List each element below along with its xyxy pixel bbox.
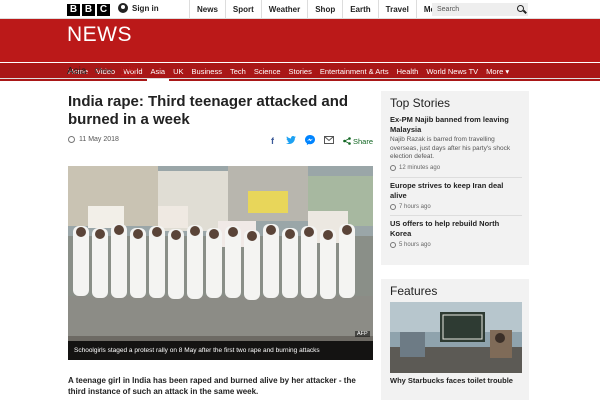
bbc-logo-letter: B xyxy=(82,4,95,16)
divider xyxy=(390,215,522,216)
top-story-time-text: 7 hours ago xyxy=(399,204,431,210)
share-label: Share xyxy=(352,136,373,146)
share-tools: f Share xyxy=(267,135,373,147)
news-logo[interactable]: NEWS xyxy=(67,23,132,47)
subnav-item-china[interactable]: China xyxy=(94,68,112,75)
bbc-logo-letter: C xyxy=(97,4,110,16)
divider xyxy=(390,177,522,178)
top-story-time: 7 hours ago xyxy=(390,204,522,210)
article-photo xyxy=(68,166,373,360)
top-story-summary: Najib Razak is barred from travelling ov… xyxy=(390,136,511,160)
top-story-item[interactable]: Europe strives to keep Iran deal alive 7… xyxy=(390,181,522,210)
subnav-section-title: Asia xyxy=(67,65,87,77)
divider xyxy=(0,78,600,79)
article-date: 11 May 2018 xyxy=(68,136,119,143)
article-meta: 11 May 2018 f Share xyxy=(68,135,373,147)
nav-more-label: More xyxy=(486,67,504,76)
feature-headline[interactable]: Why Starbucks faces toilet trouble xyxy=(390,376,522,386)
photo-caption: Schoolgirls staged a protest rally on 8 … xyxy=(68,341,373,360)
top-nav-weather[interactable]: Weather xyxy=(260,0,307,19)
top-stories-panel: Top Stories Ex-PM Najib banned from leav… xyxy=(381,91,529,265)
article-headline: India rape: Third teenager attacked and … xyxy=(68,93,349,128)
top-story-time-text: 5 hours ago xyxy=(399,242,431,248)
bbc-logo[interactable]: B B C xyxy=(67,4,110,16)
top-nav-news[interactable]: News xyxy=(189,0,225,19)
top-story-time: 12 minutes ago xyxy=(390,164,522,171)
top-nav-travel[interactable]: Travel xyxy=(377,0,416,19)
features-title: Features xyxy=(390,284,438,298)
messenger-icon[interactable] xyxy=(305,135,316,147)
top-story-time-text: 12 minutes ago xyxy=(399,164,441,171)
user-icon xyxy=(118,3,128,13)
feature-image[interactable] xyxy=(390,302,522,373)
top-story-item[interactable]: US offers to help rebuild North Korea 5 … xyxy=(390,219,522,248)
share-button[interactable]: Share xyxy=(343,137,373,146)
top-stories-title: Top Stories xyxy=(390,96,451,110)
photo-credit: AFP xyxy=(355,331,370,337)
search-input[interactable]: Search xyxy=(432,3,528,16)
news-header: NEWS Home Video World Asia UK Business T… xyxy=(0,19,600,81)
subnav-item-india[interactable]: India xyxy=(120,66,136,76)
twitter-icon[interactable] xyxy=(286,136,297,146)
top-bar: B B C Sign in News Sport Weather Shop Ea… xyxy=(0,0,600,19)
share-icon xyxy=(343,137,351,145)
article-lede: A teenage girl in India has been raped a… xyxy=(68,376,356,396)
clock-icon xyxy=(390,204,396,210)
top-nav-earth[interactable]: Earth xyxy=(342,0,377,19)
sign-in-link[interactable]: Sign in xyxy=(118,3,159,13)
top-story-time: 5 hours ago xyxy=(390,242,522,248)
skid-row-sign-illustration xyxy=(390,302,522,373)
clock-icon xyxy=(390,242,396,248)
top-nav-shop[interactable]: Shop xyxy=(307,0,342,19)
facebook-icon[interactable]: f xyxy=(267,136,278,146)
clock-icon xyxy=(390,164,396,171)
chevron-down-icon: ▾ xyxy=(505,67,510,76)
features-panel: Features Why Starbucks faces toilet trou… xyxy=(381,279,529,400)
bbc-logo-letter: B xyxy=(67,4,80,16)
sub-nav: Asia China India xyxy=(67,64,136,78)
top-nav-sport[interactable]: Sport xyxy=(224,0,261,19)
clock-icon xyxy=(68,136,75,143)
search-placeholder: Search xyxy=(437,6,460,13)
protest-photo-illustration xyxy=(68,166,373,360)
top-story-item[interactable]: Ex-PM Najib banned from leaving Malaysia… xyxy=(390,115,522,171)
top-story-headline[interactable]: Europe strives to keep Iran deal alive xyxy=(390,181,522,201)
top-story-headline[interactable]: Ex-PM Najib banned from leaving Malaysia xyxy=(390,115,522,135)
email-icon[interactable] xyxy=(324,136,335,146)
article-date-text: 11 May 2018 xyxy=(79,136,119,143)
top-story-headline[interactable]: US offers to help rebuild North Korea xyxy=(390,219,522,239)
search-icon[interactable] xyxy=(517,5,524,12)
sign-in-label: Sign in xyxy=(132,3,159,13)
